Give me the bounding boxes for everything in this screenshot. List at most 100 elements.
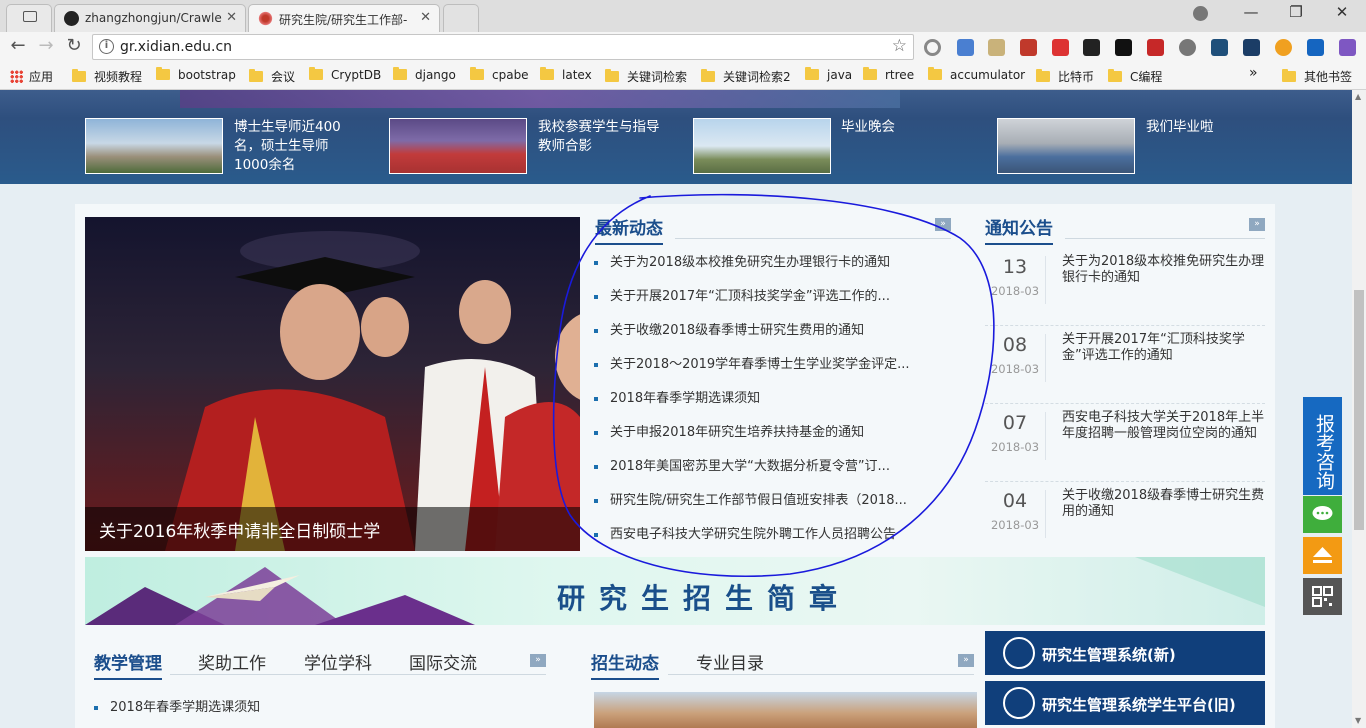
feature-caption[interactable]: 关于2016年秋季申请非全日制硕士学 [85,507,580,551]
extension-chart-icon[interactable] [1243,39,1260,56]
banner-thumb-campus[interactable] [85,118,223,174]
bookmark-folder[interactable]: C编程 [1108,68,1162,85]
notice-text[interactable]: 西安电子科技大学关于2018年上半年度招聘一般管理岗位空岗的通知 [1062,410,1266,442]
list-item[interactable]: 研究生院/研究生工作部节假日值班安排表（2018... [594,493,934,527]
reload-icon[interactable]: ↻ [63,35,85,56]
admission-more-button[interactable]: » [958,654,974,667]
grad-management-student-platform-button[interactable]: 研究生管理系统学生平台(旧) [985,681,1265,725]
extension-camera-icon[interactable] [1211,39,1228,56]
qr-code-button[interactable] [1303,578,1342,615]
tab-close-icon[interactable]: ✕ [420,10,431,25]
latest-news-title[interactable]: 最新动态 [595,214,663,245]
list-item[interactable]: 关于2018～2019学年春季博士生学业奖学金评定... [594,357,934,391]
bookmark-star-icon[interactable]: ☆ [892,36,907,56]
list-item[interactable]: 关于开展2017年“汇顶科技奖学金”评选工作的... [594,289,934,323]
extension-translate-icon[interactable] [957,39,974,56]
admission-photo[interactable] [594,692,977,728]
extension-rss-icon[interactable] [1275,39,1292,56]
profile-icon[interactable] [1193,6,1208,21]
bookmark-folder[interactable]: 会议 [249,68,295,85]
extension-n-icon[interactable] [1307,39,1324,56]
notice-text[interactable]: 关于收缴2018级春季博士研究生费用的通知 [1062,488,1266,520]
banner-thumb-team[interactable] [389,118,527,174]
list-item[interactable]: 2018年美国密苏里大学“大数据分析夏令营”订... [594,459,934,493]
scroll-thumb[interactable] [1354,290,1364,530]
bookmark-other[interactable]: 其他书签 [1282,68,1352,85]
tab-program-catalog[interactable]: 专业目录 [696,649,764,674]
extension-glasses-icon[interactable] [1083,39,1100,56]
notice-item[interactable]: 13 2018-03 关于为2018级本校推免研究生办理银行卡的通知 [985,248,1265,326]
consult-button[interactable]: 报考咨询 [1303,397,1342,495]
tab-admission-news[interactable]: 招生动态 [591,649,659,680]
bookmark-folder[interactable]: cpabe [470,67,529,82]
teaching-more-button[interactable]: » [530,654,546,667]
restore-button[interactable]: ❐ [1281,3,1311,21]
notice-item[interactable]: 04 2018-03 关于收缴2018级春季博士研究生费用的通知 [985,482,1265,560]
list-item[interactable]: 2018年春季学期选课须知 [94,700,434,728]
banner-caption[interactable]: 我校参赛学生与指导教师合影 [538,118,660,156]
page-scrollbar[interactable]: ▲ ▼ [1352,90,1366,728]
scroll-up-icon[interactable]: ▲ [1355,92,1361,101]
url-bar[interactable]: i gr.xidian.edu.cn ☆ [92,34,914,60]
bookmark-folder[interactable]: accumulator [928,67,1025,82]
extension-pdf-icon[interactable] [1020,39,1037,56]
forward-icon[interactable]: → [35,35,57,56]
notice-text[interactable]: 关于开展2017年“汇顶科技奖学金”评选工作的通知 [1062,332,1266,364]
tab-degree-disciplines[interactable]: 学位学科 [304,649,372,674]
bookmark-folder[interactable]: 比特币 [1036,68,1094,85]
grad-management-system-new-button[interactable]: 研究生管理系统(新) [985,631,1265,675]
back-icon[interactable]: ← [7,35,29,56]
bookmark-apps[interactable]: 应用 [10,68,53,85]
bookmarks-overflow-button[interactable]: » [1249,65,1258,81]
feature-photo[interactable]: 关于2016年秋季申请非全日制硕士学 [85,217,580,551]
bookmark-folder[interactable]: CryptDB [309,67,381,82]
extension-circle-icon[interactable] [924,39,941,56]
bookmark-folder[interactable]: rtree [863,67,914,82]
bookmark-folder[interactable]: 视频教程 [72,68,142,85]
info-icon[interactable]: i [99,39,114,54]
banner-thumb-graduation[interactable] [997,118,1135,174]
list-item[interactable]: 关于收缴2018级春季博士研究生费用的通知 [594,323,934,357]
notices-more-button[interactable]: » [1249,218,1265,231]
recruitment-brochure-banner[interactable]: 研究生招生简章 [85,557,1265,625]
url-text[interactable]: gr.xidian.edu.cn [120,39,232,55]
bookmark-folder[interactable]: django [393,67,456,82]
banner-caption[interactable]: 博士生导师近400名，硕士生导师1000余名 [234,118,354,175]
tab-international[interactable]: 国际交流 [409,649,477,674]
bookmark-folder[interactable]: latex [540,67,592,82]
tab-awards[interactable]: 奖助工作 [198,649,266,674]
back-to-top-button[interactable] [1303,537,1342,574]
notice-text[interactable]: 关于为2018级本校推免研究生办理银行卡的通知 [1062,254,1266,286]
close-button[interactable]: ✕ [1327,3,1357,21]
new-tab-button[interactable] [443,4,479,32]
bookmark-folder[interactable]: bootstrap [156,67,236,82]
list-item[interactable]: 关于申报2018年研究生培养扶持基金的通知 [594,425,934,459]
banner-caption[interactable]: 我们毕业啦 [1146,118,1266,137]
bookmark-folder[interactable]: 关键词检索2 [701,68,791,85]
banner-caption[interactable]: 毕业晚会 [841,118,961,137]
extension-pocket-icon[interactable] [1052,39,1069,56]
extension-v-icon[interactable] [1339,39,1356,56]
tab-xidian[interactable]: 研究生院/研究生工作部- ✕ [248,4,440,32]
tab-window[interactable] [6,4,52,32]
extension-settings-icon[interactable] [1179,39,1196,56]
list-item[interactable]: 2018年春季学期选课须知 [594,391,934,425]
notice-item[interactable]: 08 2018-03 关于开展2017年“汇顶科技奖学金”评选工作的通知 [985,326,1265,404]
tab-github[interactable]: zhangzhongjun/Crawle ✕ [54,4,246,32]
list-item[interactable]: 西安电子科技大学研究生院外聘工作人员招聘公告 [594,527,934,561]
extension-jb-icon[interactable] [1115,39,1132,56]
tab-teaching-management[interactable]: 教学管理 [94,649,162,680]
notices-title[interactable]: 通知公告 [985,214,1053,245]
bookmark-folder[interactable]: 关键词检索 [605,68,687,85]
scroll-down-icon[interactable]: ▼ [1355,716,1361,725]
extension-red-icon[interactable] [1147,39,1164,56]
latest-news-more-button[interactable]: » [935,218,951,231]
notice-item[interactable]: 07 2018-03 西安电子科技大学关于2018年上半年度招聘一般管理岗位空岗… [985,404,1265,482]
minimize-button[interactable]: — [1236,3,1266,21]
banner-thumb-gala[interactable] [693,118,831,174]
extension-image-icon[interactable] [988,39,1005,56]
tab-close-icon[interactable]: ✕ [226,10,237,25]
chat-icon[interactable] [1303,496,1342,533]
list-item[interactable]: 关于为2018级本校推免研究生办理银行卡的通知 [594,255,934,289]
bookmark-folder[interactable]: java [805,67,852,82]
